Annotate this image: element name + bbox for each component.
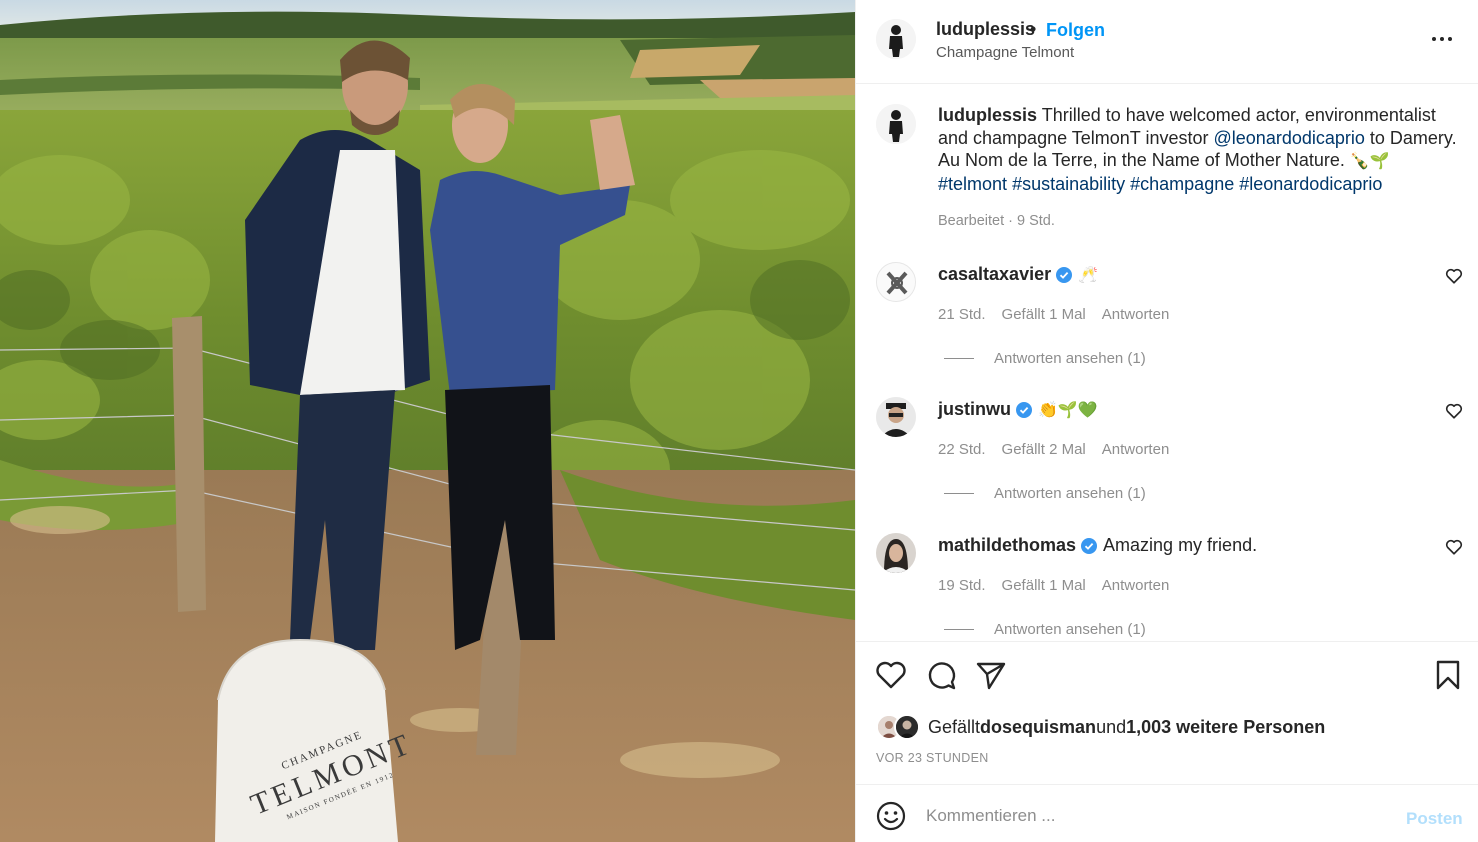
hashtag-link[interactable]: #sustainability <box>1012 174 1125 194</box>
likes-middle: und <box>1096 716 1127 737</box>
author-avatar[interactable] <box>876 19 916 59</box>
vineyard-photo: CHAMPAGNE TELMONT MAISON FONDÉE EN 1912 <box>0 0 855 842</box>
post-location[interactable]: Champagne Telmont <box>936 44 1074 61</box>
share-send-icon[interactable] <box>974 658 1008 692</box>
comment-likes-count[interactable]: Gefällt 1 Mal <box>1002 306 1086 323</box>
hashtag-link[interactable]: #telmont <box>938 174 1007 194</box>
view-replies-button[interactable]: Antworten ansehen (1) <box>944 485 1146 502</box>
comment-meta: 21 Std. Gefällt 1 Mal Antworten <box>938 306 1185 323</box>
view-replies-label: Antworten ansehen (1) <box>994 621 1146 638</box>
hashtag-link[interactable]: #leonardodicaprio <box>1239 174 1382 194</box>
comment-line: mathildethomas Amazing my friend. <box>938 535 1257 556</box>
reply-button[interactable]: Antworten <box>1102 306 1170 323</box>
replies-dash <box>944 629 974 630</box>
post-timestamp[interactable]: VOR 23 STUNDEN <box>876 751 989 765</box>
verified-badge-icon <box>1016 401 1032 418</box>
comment-item: casaltaxavier 🥂 21 Std. Gefällt 1 Mal An… <box>856 262 1478 397</box>
author-username[interactable]: luduplessis <box>936 19 1035 40</box>
save-bookmark-icon[interactable] <box>1431 658 1465 692</box>
likers-avatars[interactable] <box>876 714 922 740</box>
caption-author-avatar[interactable] <box>876 104 916 144</box>
comment-username[interactable]: casaltaxavier <box>938 264 1051 285</box>
comment-time[interactable]: 21 Std. <box>938 306 986 323</box>
liker-username[interactable]: dosequisman <box>980 717 1096 738</box>
comment-line: casaltaxavier 🥂 <box>938 264 1098 285</box>
comment-likes-count[interactable]: Gefällt 1 Mal <box>1002 577 1086 594</box>
comment-item: mathildethomas Amazing my friend. 19 Std… <box>856 533 1478 640</box>
like-heart-icon[interactable] <box>874 658 908 692</box>
view-replies-label: Antworten ansehen (1) <box>994 485 1146 502</box>
comment-like-heart-icon[interactable] <box>1445 538 1463 556</box>
post-header: luduplessis • Folgen Champagne Telmont <box>856 0 1478 84</box>
post-actions: Gefällt dosequisman und 1,003 weitere Pe… <box>856 641 1478 784</box>
caption-username[interactable]: luduplessis <box>938 105 1037 125</box>
comment-likes-count[interactable]: Gefällt 2 Mal <box>1002 441 1086 458</box>
comment-time[interactable]: 19 Std. <box>938 577 986 594</box>
add-comment-form: Posten <box>856 784 1478 842</box>
comment-emojis: 🥂 <box>1078 265 1099 284</box>
comment-username[interactable]: mathildethomas <box>938 535 1076 556</box>
comment-like-heart-icon[interactable] <box>1445 402 1463 420</box>
comment-line: justinwu 👏🌱💚 <box>938 399 1098 420</box>
post-caption: luduplessis Thrilled to have welcomed ac… <box>938 104 1458 196</box>
comment-meta: 19 Std. Gefällt 1 Mal Antworten <box>938 577 1185 594</box>
verified-badge-icon <box>1056 266 1073 283</box>
post-comment-button[interactable]: Posten <box>1406 809 1463 829</box>
commenter-avatar[interactable] <box>876 262 916 302</box>
caption-mention-link[interactable]: @leonardodicaprio <box>1214 128 1365 148</box>
commenter-avatar[interactable] <box>876 397 916 437</box>
commenter-avatar[interactable] <box>876 533 916 573</box>
likes-summary: Gefällt dosequisman und 1,003 weitere Pe… <box>876 714 1325 740</box>
view-replies-button[interactable]: Antworten ansehen (1) <box>944 350 1146 367</box>
post-detail-panel: luduplessis • Folgen Champagne Telmont l… <box>855 0 1478 842</box>
replies-dash <box>944 358 974 359</box>
separator-dot: • <box>1030 19 1037 39</box>
comment-username[interactable]: justinwu <box>938 399 1011 420</box>
comment-like-heart-icon[interactable] <box>1445 267 1463 285</box>
comment-meta: 22 Std. Gefällt 2 Mal Antworten <box>938 441 1185 458</box>
comment-item: justinwu 👏🌱💚 22 Std. Gefällt 2 Mal Antwo… <box>856 397 1478 532</box>
post-photo[interactable]: CHAMPAGNE TELMONT MAISON FONDÉE EN 1912 <box>0 0 855 842</box>
replies-dash <box>944 493 974 494</box>
view-replies-button[interactable]: Antworten ansehen (1) <box>944 621 1146 638</box>
liker-avatar <box>894 714 920 740</box>
likes-prefix: Gefällt <box>928 716 981 737</box>
emoji-smiley-icon[interactable] <box>876 801 906 831</box>
hashtag-link[interactable]: #champagne <box>1130 174 1234 194</box>
comment-time[interactable]: 22 Std. <box>938 441 986 458</box>
caption-meta: Bearbeitet · 9 Std. <box>938 213 1055 229</box>
reply-button[interactable]: Antworten <box>1102 441 1170 458</box>
caption-emojis: 🍾🌱 <box>1349 151 1390 171</box>
comment-input[interactable] <box>926 799 1386 833</box>
follow-button[interactable]: Folgen <box>1046 20 1105 41</box>
comment-emojis: 👏🌱💚 <box>1038 400 1098 419</box>
view-replies-label: Antworten ansehen (1) <box>994 350 1146 367</box>
more-options-icon[interactable] <box>1424 24 1460 54</box>
comment-bubble-icon[interactable] <box>924 658 958 692</box>
comment-text: Amazing my friend. <box>1103 535 1258 555</box>
verified-badge-icon <box>1081 537 1098 554</box>
likes-count-link[interactable]: 1,003 weitere Personen <box>1126 717 1325 738</box>
comments-list[interactable]: luduplessis Thrilled to have welcomed ac… <box>856 85 1478 640</box>
reply-button[interactable]: Antworten <box>1102 577 1170 594</box>
